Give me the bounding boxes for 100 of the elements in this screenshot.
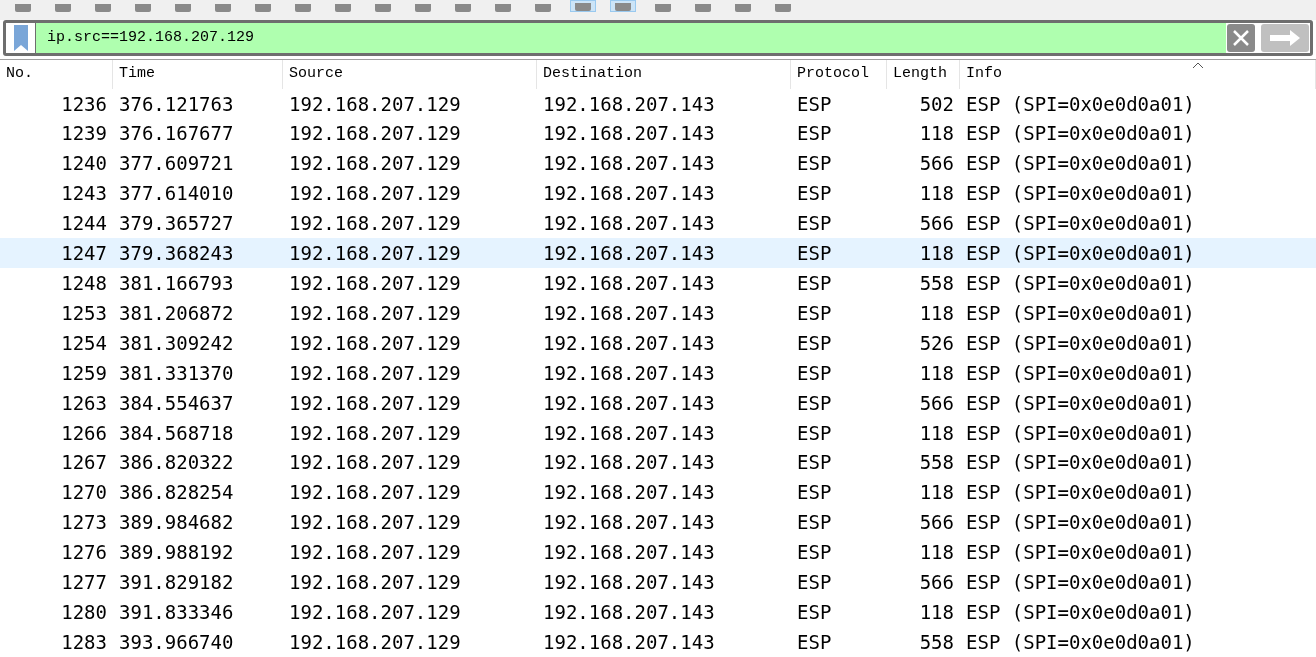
table-cell-text: 192.168.207.143 [542, 570, 716, 596]
table-cell-text: 192.168.207.143 [542, 211, 716, 237]
table-cell-text: 192.168.207.143 [542, 629, 716, 655]
table-cell-text: 192.168.207.129 [288, 121, 462, 147]
table-cell-text: ESP (SPI=0x0e0d0a01) [965, 629, 1196, 655]
table-cell-text: ESP [796, 300, 833, 326]
table-cell-text: 1259 [60, 360, 108, 386]
table-cell-text: ESP (SPI=0x0e0d0a01) [965, 151, 1196, 177]
table-cell-text: 192.168.207.143 [542, 121, 716, 147]
bookmark-icon[interactable] [6, 22, 36, 53]
column-header[interactable]: Length [887, 59, 960, 89]
table-cell-text: 118 [918, 540, 955, 566]
toolbar-tool-icon [735, 4, 751, 12]
table-cell-text: ESP (SPI=0x0e0d0a01) [965, 300, 1196, 326]
table-cell-text: ESP [796, 241, 833, 267]
table-cell-text: 566 [918, 510, 955, 536]
table-cell-text: 376.167677 [118, 121, 235, 147]
table-cell-text: 192.168.207.129 [288, 211, 462, 237]
table-cell-text: 1243 [60, 181, 108, 207]
table-cell-text: 192.168.207.129 [288, 300, 462, 326]
toolbar-button[interactable] [610, 0, 636, 12]
toolbar-tool-icon [695, 4, 711, 12]
clear-icon[interactable] [1227, 23, 1255, 52]
toolbar-tool-icon [775, 4, 791, 12]
column-header[interactable]: Protocol [791, 59, 887, 89]
table-cell-text: 192.168.207.129 [288, 480, 462, 506]
table-cell-text: 118 [918, 241, 955, 267]
table-cell-text: 1263 [60, 390, 108, 416]
table-cell-text: 381.206872 [118, 300, 235, 326]
table-cell-text: 192.168.207.129 [288, 270, 462, 296]
filter-input[interactable]: ip.src==192.168.207.129 [36, 26, 1226, 50]
table-cell-text: 558 [918, 629, 955, 655]
table-cell-text: ESP (SPI=0x0e0d0a01) [965, 450, 1196, 476]
toolbar-tool-icon [535, 4, 551, 12]
toolbar-tool-icon [455, 4, 471, 12]
column-header[interactable]: Time [113, 59, 283, 89]
table-cell-text: 1270 [60, 480, 108, 506]
table-cell-text: 192.168.207.143 [542, 480, 716, 506]
table-cell-text: 118 [918, 121, 955, 147]
table-cell-text: ESP (SPI=0x0e0d0a01) [965, 360, 1196, 386]
toolbar-tool-icon [415, 4, 431, 12]
table-cell-text: 1248 [60, 270, 108, 296]
table-cell-text: 1240 [60, 151, 108, 177]
table-cell-text: 1273 [60, 510, 108, 536]
table-cell-text: 192.168.207.143 [542, 510, 716, 536]
toolbar-tool-icon [55, 4, 71, 12]
table-cell-text: 377.609721 [118, 151, 235, 177]
table-cell-text: ESP [796, 270, 833, 296]
filter-bar[interactable]: ip.src==192.168.207.129 [3, 19, 1313, 56]
table-cell-text: 118 [918, 599, 955, 625]
table-cell-text: 389.988192 [118, 540, 235, 566]
table-cell-text: 1253 [60, 300, 108, 326]
column-header[interactable]: Source [283, 59, 537, 89]
table-cell-text: 192.168.207.129 [288, 450, 462, 476]
table-cell-text: ESP (SPI=0x0e0d0a01) [965, 570, 1196, 596]
table-cell-text: ESP [796, 181, 833, 207]
table-cell-text: 1244 [60, 211, 108, 237]
table-cell-text: 192.168.207.143 [542, 420, 716, 446]
table-cell-text: 393.966740 [118, 629, 235, 655]
table-cell-text: 1236 [60, 91, 108, 117]
table-cell-text: 376.121763 [118, 91, 235, 117]
table-cell-text: ESP [796, 480, 833, 506]
table-cell-text: 381.331370 [118, 360, 235, 386]
toolbar-tool-icon [255, 4, 271, 12]
column-header[interactable]: Destination [537, 59, 791, 89]
table-cell-text: 566 [918, 211, 955, 237]
toolbar-button[interactable] [570, 0, 596, 12]
table-cell-text: ESP [796, 211, 833, 237]
table-cell-text: ESP [796, 360, 833, 386]
table-cell-text: ESP [796, 510, 833, 536]
table-cell-text: 192.168.207.129 [288, 330, 462, 356]
table-cell-text: 118 [918, 420, 955, 446]
packet-row[interactable]: 1247 379.368243 192.168.207.129 192.168.207.143 ESP 118 ESP (SPI=0x0e0d0a01) [0, 238, 1316, 269]
table-cell-text: 192.168.207.129 [288, 241, 462, 267]
table-cell-text: 377.614010 [118, 181, 235, 207]
toolbar-tool-icon [215, 4, 231, 12]
table-cell-text: ESP [796, 570, 833, 596]
table-cell-text: ESP (SPI=0x0e0d0a01) [965, 599, 1196, 625]
table-cell-text: 391.829182 [118, 570, 235, 596]
table-cell-text: 192.168.207.129 [288, 91, 462, 117]
column-header[interactable]: No. [0, 59, 113, 89]
table-cell-text: 118 [918, 360, 955, 386]
column-header[interactable]: Info [960, 59, 1316, 89]
table-cell-text: 192.168.207.143 [542, 151, 716, 177]
toolbar-tool-icon [175, 4, 191, 12]
table-cell-text: ESP (SPI=0x0e0d0a01) [965, 510, 1196, 536]
table-cell-text: 386.828254 [118, 480, 235, 506]
table-cell-text: 566 [918, 151, 955, 177]
table-cell-text: 118 [918, 300, 955, 326]
table-cell-text: 192.168.207.143 [542, 91, 716, 117]
table-cell-text: 391.833346 [118, 599, 235, 625]
table-cell-text: 389.984682 [118, 510, 235, 536]
table-cell-text: 192.168.207.143 [542, 181, 716, 207]
table-cell-text: ESP [796, 390, 833, 416]
table-cell-text: ESP (SPI=0x0e0d0a01) [965, 390, 1196, 416]
table-cell-text: 192.168.207.129 [288, 570, 462, 596]
table-cell-text: 118 [918, 181, 955, 207]
sort-caret-icon [1192, 61, 1204, 69]
toolbar-tool-icon [135, 4, 151, 12]
toolbar-tool-icon [375, 4, 391, 12]
